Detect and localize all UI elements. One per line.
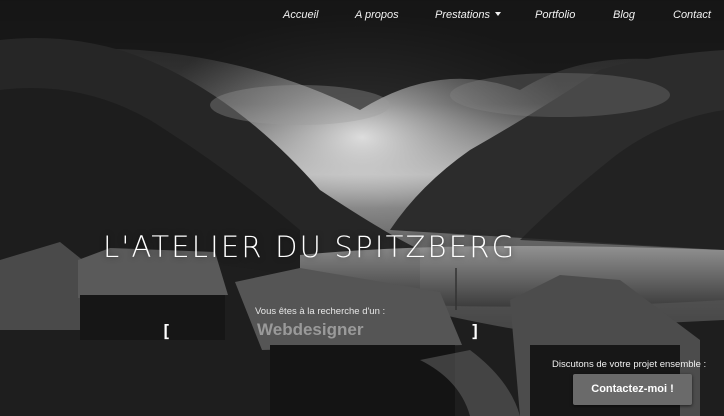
- contact-button[interactable]: Contactez-moi !: [573, 374, 692, 405]
- chevron-down-icon: [495, 12, 502, 16]
- site-title: L'ATELIER DU SPITZBERG: [103, 230, 517, 264]
- nav-item-prestations-label: Prestations: [435, 9, 491, 21]
- cta-prompt: Discutons de votre projet ensemble :: [552, 359, 707, 370]
- nav-item-blog[interactable]: Blog: [613, 9, 635, 21]
- main-navigation: Accueil A propos Prestations Portfolio B…: [0, 0, 724, 32]
- search-prompt: Vous êtes à la recherche d'un :: [255, 306, 386, 317]
- bracket-right: ]: [470, 322, 481, 342]
- bracket-left: [: [161, 322, 172, 342]
- hero-background: [0, 0, 724, 416]
- nav-item-prestations[interactable]: Prestations: [435, 9, 502, 21]
- nav-item-contact[interactable]: Contact: [673, 9, 711, 21]
- nav-item-a-propos[interactable]: A propos: [355, 9, 399, 21]
- landscape-photo: [0, 0, 724, 416]
- typed-word: Webdesigner: [257, 320, 364, 339]
- nav-item-accueil[interactable]: Accueil: [283, 9, 318, 21]
- nav-item-portfolio[interactable]: Portfolio: [535, 9, 575, 21]
